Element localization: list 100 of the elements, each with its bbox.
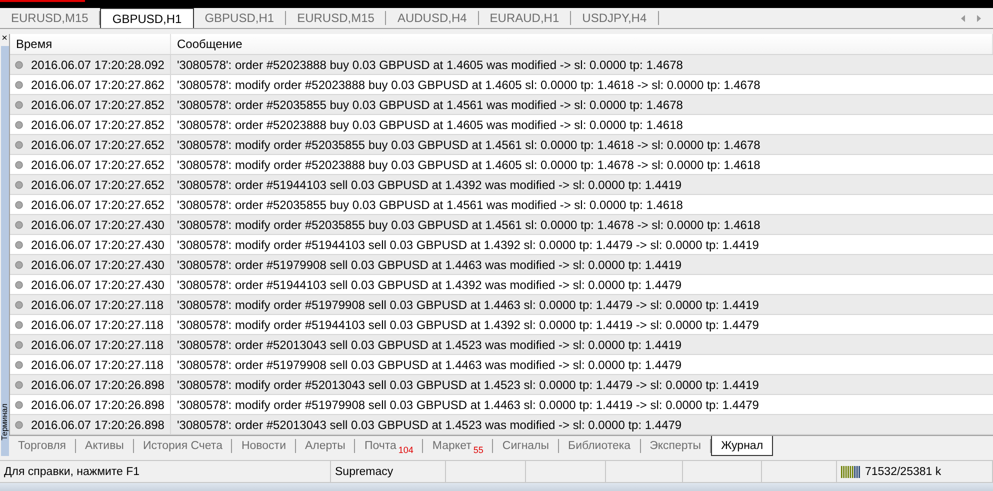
message-cell-text: '3080578': order #52035855 buy 0.03 GBPUSD at 1.4561 was modified -> sl: 0.0000 tp: 1.4618 xyxy=(176,196,684,214)
time-cell: 2016.06.07 17:20:27.852 xyxy=(31,98,164,112)
status-dot-icon xyxy=(15,120,23,128)
status-dot-icon xyxy=(15,160,23,168)
time-cell: 2016.06.07 17:20:26.898 xyxy=(31,418,164,432)
terminal-title: Терминал xyxy=(0,404,8,440)
journal-row[interactable]: 2016.06.07 17:20:27.430 '3080578': order #51979908 sell 0.03 GBPUSD at 1.4463 was modified -> sl: 0.0000 tp: 1.4419 xyxy=(10,255,993,275)
time-cell: 2016.06.07 17:20:27.430 xyxy=(31,278,164,292)
journal-row[interactable]: 2016.06.07 17:20:28.092 '3080578': order #52023888 buy 0.03 GBPUSD at 1.4605 was modified -> sl: 0.0000 tp: 1.4678 xyxy=(10,55,993,75)
journal-row[interactable]: 2016.06.07 17:20:27.862 '3080578': modify order #52023888 buy 0.03 GBPUSD at 1.4605 sl: 0.0000 tp: 1.4618 -> sl: 0.0000 tp: 1.4678 xyxy=(10,75,993,95)
terminal-tab[interactable]: Сигналы xyxy=(493,439,560,453)
time-cell: 2016.06.07 17:20:27.430 xyxy=(31,238,164,252)
journal-row[interactable]: 2016.06.07 17:20:26.898 '3080578': modify order #52013043 sell 0.03 GBPUSD at 1.4523 sl: 0.0000 tp: 1.4479 -> sl: 0.0000 tp: 1.4419 xyxy=(10,375,993,395)
column-header[interactable]: Время xyxy=(10,34,171,54)
message-cell-text: '3080578': order #51944103 sell 0.03 GBPUSD at 1.4392 was modified -> sl: 0.0000 tp: 1.4419 xyxy=(176,176,683,194)
time-cell: 2016.06.07 17:20:26.898 xyxy=(31,398,164,412)
message-cell-text: '3080578': order #52023888 buy 0.03 GBPUSD at 1.4605 was modified -> sl: 0.0000 tp: 1.4618 xyxy=(176,116,684,134)
chart-tab[interactable]: EURAUD,H1 xyxy=(478,11,572,25)
message-cell-text: '3080578': modify order #52035855 buy 0.03 GBPUSD at 1.4561 sl: 0.0000 tp: 1.4618 -> sl: 0.0000 tp: 1.4678 xyxy=(176,136,762,154)
terminal-tab[interactable]: Алерты xyxy=(296,439,356,453)
status-dot-icon xyxy=(15,320,23,328)
journal-row[interactable]: 2016.06.07 17:20:27.118 '3080578': modify order #51944103 sell 0.03 GBPUSD at 1.4392 sl: 0.0000 tp: 1.4419 -> sl: 0.0000 tp: 1.4479 xyxy=(10,315,993,335)
status-dot-icon xyxy=(15,80,23,88)
message-cell-text: '3080578': modify order #51944103 sell 0.03 GBPUSD at 1.4392 sl: 0.0000 tp: 1.4419 -> sl: 0.0000 tp: 1.4479 xyxy=(176,316,760,334)
journal-row[interactable]: 2016.06.07 17:20:26.898 '3080578': modify order #51979908 sell 0.03 GBPUSD at 1.4463 sl: 0.0000 tp: 1.4419 -> sl: 0.0000 tp: 1.4479 xyxy=(10,395,993,415)
status-dot-icon xyxy=(15,200,23,208)
journal-row[interactable]: 2016.06.07 17:20:26.898 '3080578': order #52013043 sell 0.03 GBPUSD at 1.4523 was modified -> sl: 0.0000 tp: 1.4479 xyxy=(10,415,993,435)
unread-count: 55 xyxy=(473,445,484,455)
status-dot-icon xyxy=(15,360,23,368)
chart-tab[interactable]: USDJPY,H4 xyxy=(571,11,659,25)
terminal-tab[interactable]: Новости xyxy=(232,439,296,453)
status-dot-icon xyxy=(15,380,23,388)
message-cell-text: '3080578': modify order #51944103 sell 0.03 GBPUSD at 1.4392 sl: 0.0000 tp: 1.4479 -> sl: 0.0000 tp: 1.4419 xyxy=(176,236,760,254)
time-cell: 2016.06.07 17:20:28.092 xyxy=(31,58,164,72)
status-dot-icon xyxy=(15,240,23,248)
terminal-tab[interactable]: История Счета xyxy=(134,439,232,453)
terminal-tab[interactable]: Библиотека xyxy=(559,439,641,453)
time-cell: 2016.06.07 17:20:27.652 xyxy=(31,178,164,192)
unread-count: 104 xyxy=(398,445,414,455)
column-header[interactable]: Сообщение xyxy=(171,34,993,54)
time-cell: 2016.06.07 17:20:27.652 xyxy=(31,198,164,212)
status-dot-icon xyxy=(15,180,23,188)
status-dot-icon xyxy=(15,420,23,428)
status-dot-icon xyxy=(15,60,23,68)
time-cell: 2016.06.07 17:20:27.862 xyxy=(31,78,164,92)
time-cell: 2016.06.07 17:20:27.852 xyxy=(31,118,164,132)
journal-row[interactable]: 2016.06.07 17:20:27.652 '3080578': modify order #52035855 buy 0.03 GBPUSD at 1.4561 sl: 0.0000 tp: 1.4618 -> sl: 0.0000 tp: 1.4678 xyxy=(10,135,993,155)
terminal-tab[interactable]: Журнал xyxy=(711,436,774,456)
connection-bars-icon xyxy=(841,466,861,478)
message-cell-text: '3080578': modify order #51979908 sell 0.03 GBPUSD at 1.4463 sl: 0.0000 tp: 1.4479 -> sl: 0.0000 tp: 1.4419 xyxy=(176,296,760,314)
message-cell-text: '3080578': order #52013043 sell 0.03 GBPUSD at 1.4523 was modified -> sl: 0.0000 tp: 1.4479 xyxy=(176,416,683,434)
journal-row[interactable]: 2016.06.07 17:20:27.430 '3080578': modify order #52035855 buy 0.03 GBPUSD at 1.4561 sl: 0.0000 tp: 1.4678 -> sl: 0.0000 tp: 1.4618 xyxy=(10,215,993,235)
message-cell-text: '3080578': order #51944103 sell 0.03 GBPUSD at 1.4392 was modified -> sl: 0.0000 tp: 1.4479 xyxy=(176,276,683,294)
scroll-right-icon[interactable] xyxy=(977,14,981,22)
terminal-tab[interactable]: Торговля xyxy=(9,439,76,453)
message-cell-text: '3080578': order #51979908 sell 0.03 GBPUSD at 1.4463 was modified -> sl: 0.0000 tp: 1.4419 xyxy=(176,256,683,274)
journal-row[interactable]: 2016.06.07 17:20:27.852 '3080578': order #52035855 buy 0.03 GBPUSD at 1.4561 was modified -> sl: 0.0000 tp: 1.4678 xyxy=(10,95,993,115)
close-button[interactable]: × xyxy=(2,34,8,44)
chart-tab[interactable]: EURUSD,M15 xyxy=(286,11,386,25)
terminal-tab[interactable]: Активы xyxy=(76,439,134,453)
journal-row[interactable]: 2016.06.07 17:20:27.430 '3080578': modify order #51944103 sell 0.03 GBPUSD at 1.4392 sl: 0.0000 tp: 1.4479 -> sl: 0.0000 tp: 1.4419 xyxy=(10,235,993,255)
journal-row[interactable]: 2016.06.07 17:20:27.652 '3080578': modify order #52023888 buy 0.03 GBPUSD at 1.4605 sl: 0.0000 tp: 1.4678 -> sl: 0.0000 tp: 1.4618 xyxy=(10,155,993,175)
message-cell-text: '3080578': order #52035855 buy 0.03 GBPUSD at 1.4561 was modified -> sl: 0.0000 tp: 1.4678 xyxy=(176,96,684,114)
time-cell: 2016.06.07 17:20:27.118 xyxy=(31,358,164,372)
message-cell-text: '3080578': order #52023888 buy 0.03 GBPUSD at 1.4605 was modified -> sl: 0.0000 tp: 1.4678 xyxy=(176,56,684,74)
time-cell: 2016.06.07 17:20:27.652 xyxy=(31,138,164,152)
scroll-left-icon[interactable] xyxy=(961,14,965,22)
journal-row[interactable]: 2016.06.07 17:20:27.430 '3080578': order #51944103 sell 0.03 GBPUSD at 1.4392 was modified -> sl: 0.0000 tp: 1.4479 xyxy=(10,275,993,295)
message-cell-text: '3080578': modify order #52023888 buy 0.03 GBPUSD at 1.4605 sl: 0.0000 tp: 1.4678 -> sl: 0.0000 tp: 1.4618 xyxy=(176,156,762,174)
journal-row[interactable]: 2016.06.07 17:20:27.118 '3080578': order #52013043 sell 0.03 GBPUSD at 1.4523 was modified -> sl: 0.0000 tp: 1.4419 xyxy=(10,335,993,355)
message-cell-text: '3080578': order #51979908 sell 0.03 GBPUSD at 1.4463 was modified -> sl: 0.0000 tp: 1.4479 xyxy=(176,356,683,374)
time-cell: 2016.06.07 17:20:26.898 xyxy=(31,378,164,392)
time-cell: 2016.06.07 17:20:27.118 xyxy=(31,338,164,352)
status-dot-icon xyxy=(15,400,23,408)
journal-row[interactable]: 2016.06.07 17:20:27.652 '3080578': order #52035855 buy 0.03 GBPUSD at 1.4561 was modified -> sl: 0.0000 tp: 1.4618 xyxy=(10,195,993,215)
status-dot-icon xyxy=(15,260,23,268)
chart-tab[interactable]: GBPUSD,H1 xyxy=(100,8,194,28)
time-cell: 2016.06.07 17:20:27.118 xyxy=(31,298,164,312)
journal-row[interactable]: 2016.06.07 17:20:27.118 '3080578': order #51979908 sell 0.03 GBPUSD at 1.4463 was modified -> sl: 0.0000 tp: 1.4479 xyxy=(10,355,993,375)
message-cell-text: '3080578': modify order #52035855 buy 0.03 GBPUSD at 1.4561 sl: 0.0000 tp: 1.4678 -> sl: 0.0000 tp: 1.4618 xyxy=(176,216,762,234)
journal-row[interactable]: 2016.06.07 17:20:27.652 '3080578': order #51944103 sell 0.03 GBPUSD at 1.4392 was modified -> sl: 0.0000 tp: 1.4419 xyxy=(10,175,993,195)
journal-row[interactable]: 2016.06.07 17:20:27.118 '3080578': modify order #51979908 sell 0.03 GBPUSD at 1.4463 sl: 0.0000 tp: 1.4479 -> sl: 0.0000 tp: 1.4419 xyxy=(10,295,993,315)
message-cell-text: '3080578': modify order #52013043 sell 0.03 GBPUSD at 1.4523 sl: 0.0000 tp: 1.4479 -> sl: 0.0000 tp: 1.4419 xyxy=(176,376,760,394)
status-dot-icon xyxy=(15,140,23,148)
status-dot-icon xyxy=(15,100,23,108)
time-cell: 2016.06.07 17:20:27.430 xyxy=(31,218,164,232)
time-cell: 2016.06.07 17:20:27.118 xyxy=(31,318,164,332)
message-cell-text: '3080578': modify order #52023888 buy 0.03 GBPUSD at 1.4605 sl: 0.0000 tp: 1.4618 -> sl: 0.0000 tp: 1.4678 xyxy=(176,76,762,94)
traffic-text: 71532/25381 k xyxy=(865,466,942,478)
journal-row[interactable]: 2016.06.07 17:20:27.852 '3080578': order #52023888 buy 0.03 GBPUSD at 1.4605 was modified -> sl: 0.0000 tp: 1.4618 xyxy=(10,115,993,135)
time-cell: 2016.06.07 17:20:27.652 xyxy=(31,158,164,172)
chart-tab[interactable]: AUDUSD,H4 xyxy=(386,11,479,25)
time-cell: 2016.06.07 17:20:27.430 xyxy=(31,258,164,272)
status-dot-icon xyxy=(15,280,23,288)
chart-tab[interactable]: GBPUSD,H1 xyxy=(194,11,286,25)
status-dot-icon xyxy=(15,340,23,348)
profile-name: Supremacy xyxy=(335,466,394,478)
help-text: Для справки, нажмите F1 xyxy=(4,466,140,478)
message-cell-text: '3080578': order #52013043 sell 0.03 GBPUSD at 1.4523 was modified -> sl: 0.0000 tp: 1.4419 xyxy=(176,336,683,354)
status-dot-icon xyxy=(15,300,23,308)
